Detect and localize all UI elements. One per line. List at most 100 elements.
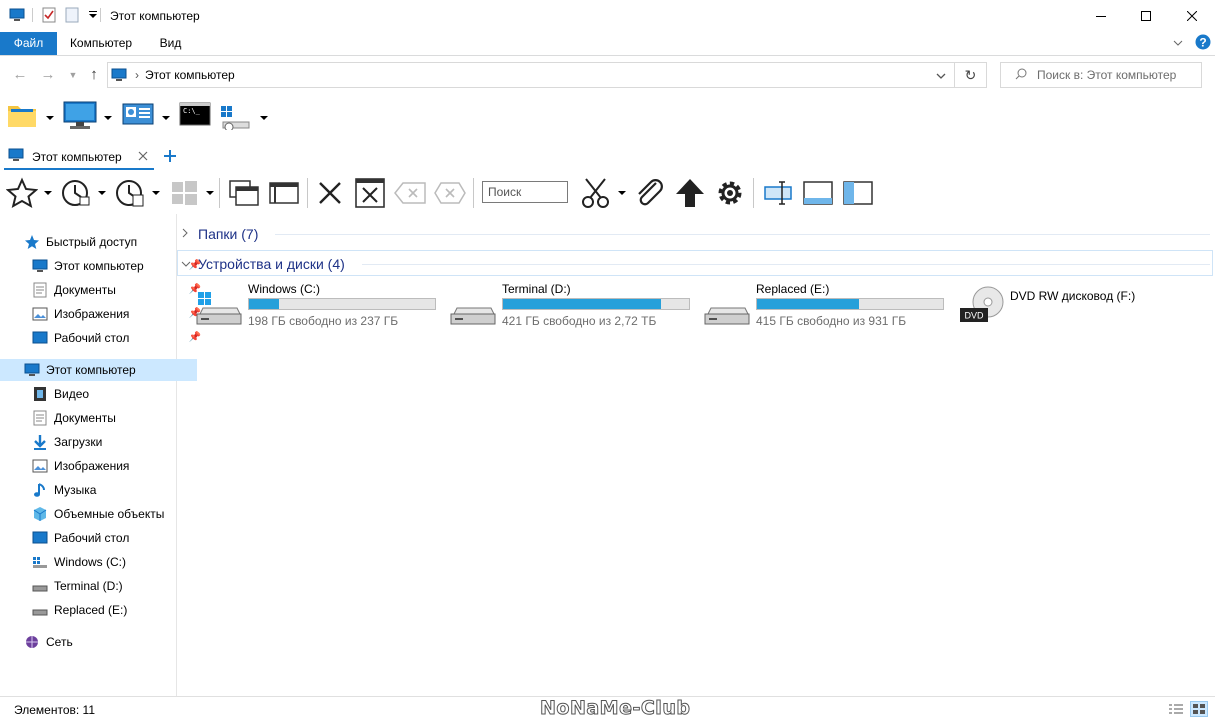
chevron-down-icon[interactable] [936,70,946,84]
computer-icon[interactable] [62,100,98,134]
computer-icon [24,362,40,378]
close-tab-icon[interactable] [138,150,148,164]
dropdown-arrow-icon[interactable] [98,191,106,195]
pin-icon[interactable]: 📌 [189,332,201,343]
new-folder-icon[interactable] [63,6,81,24]
cube-icon [32,506,48,522]
close-window-icon[interactable] [352,175,388,211]
back-icon[interactable]: ← [11,66,29,84]
up-arrow-icon[interactable] [672,175,708,211]
tab-computer[interactable]: Компьютер [60,32,142,55]
navigation-pane-icon[interactable] [840,175,876,211]
recent-locations-icon[interactable]: ▼ [64,66,82,84]
cascade-windows-icon[interactable] [226,175,262,211]
drive-tile-f[interactable]: DVD DVD RW дисковод (F:) [942,282,1202,330]
sidebar-item-label: Изображения [54,459,130,473]
details-view-icon[interactable] [1168,703,1184,717]
history-clock-icon[interactable] [58,175,94,211]
sidebar-item-downloads[interactable]: Загрузки [0,431,205,453]
documents-icon [32,410,48,426]
sidebar-item-pictures[interactable]: Изображения [0,455,205,477]
preview-pane-icon[interactable] [800,175,836,211]
drive-name: Replaced (E:) [756,282,830,296]
computer-icon [8,148,26,165]
rename-icon[interactable] [760,175,796,211]
maximize-icon[interactable] [1123,0,1169,32]
help-icon[interactable]: ? [1195,34,1211,50]
sidebar-item-label: Рабочий стол [54,331,130,345]
dropdown-arrow-icon[interactable] [618,191,626,195]
group-folders[interactable]: Папки (7) [180,223,258,245]
sidebar-item-desktop-pinned[interactable]: Рабочий стол 📌 [0,327,205,349]
favorites-star-icon[interactable] [4,175,40,211]
toolbar-search-input[interactable]: Поиск [482,181,568,203]
new-window-icon[interactable] [266,175,302,211]
tab-file[interactable]: Файл [0,32,57,55]
properties-icon[interactable] [40,6,58,24]
search-input[interactable]: Поиск в: Этот компьютер [1000,62,1202,88]
network-icon [24,634,40,650]
dropdown-arrow-icon[interactable] [206,191,214,195]
forward-icon[interactable]: → [39,66,57,84]
sidebar-item-videos[interactable]: Видео [0,383,205,405]
pictures-icon [32,306,48,322]
system-drive-icon [32,554,48,570]
dropdown-arrow-icon[interactable] [46,116,54,120]
sidebar-item-label: Документы [54,411,116,425]
sidebar-item-label: Рабочий стол [54,531,130,545]
sidebar-item-this-pc[interactable]: Этот компьютер [0,359,197,381]
sidebar-item-label: Windows (C:) [54,555,127,569]
network-drive-icon[interactable] [219,100,253,134]
sidebar-item-desktop[interactable]: Рабочий стол [0,527,205,549]
minimize-icon[interactable] [1078,0,1124,32]
expand-ribbon-icon[interactable] [1172,37,1184,49]
new-tab-icon[interactable] [162,148,178,164]
group-devices[interactable]: Устройства и диски (4) [180,253,345,275]
up-icon[interactable]: ↑ [85,66,103,84]
documents-icon [32,282,48,298]
sidebar-item-drive-c[interactable]: Windows (C:) [0,551,205,573]
dropdown-arrow-icon[interactable] [152,191,160,195]
address-bar[interactable]: › Этот компьютер [107,62,955,88]
sidebar-item-documents-pinned[interactable]: Документы 📌 [0,279,205,301]
drive-icon [32,578,48,594]
dropdown-arrow-icon[interactable] [44,191,52,195]
sidebar-item-drive-d[interactable]: Terminal (D:) [0,575,205,597]
paperclip-icon[interactable] [632,175,668,211]
dropdown-arrow-icon[interactable] [260,116,268,120]
sidebar-item-music[interactable]: Музыка [0,479,205,501]
large-icons-view-icon[interactable] [1190,701,1208,717]
tab-view[interactable]: Вид [148,32,193,55]
drive-tile-c[interactable]: Windows (C:) 198 ГБ свободно из 237 ГБ [180,282,436,330]
refresh-icon[interactable]: ↻ [955,62,987,88]
computer-icon [8,6,26,24]
dropdown-arrow-icon[interactable] [162,116,170,120]
clear-icon[interactable] [432,175,468,211]
dropdown-arrow-icon[interactable] [104,116,112,120]
scissors-icon[interactable] [578,175,614,211]
command-prompt-icon[interactable]: C:\_ [179,100,211,134]
drive-name: Windows (C:) [248,282,321,296]
tab-label: Этот компьютер [32,149,122,164]
control-panel-icon[interactable] [122,100,154,134]
recent-files-clock-icon[interactable] [112,175,148,211]
drive-tile-d[interactable]: Terminal (D:) 421 ГБ свободно из 2,72 ТБ [434,282,690,330]
sidebar-item-network[interactable]: Сеть [0,631,197,653]
group-header-label: Папки (7) [198,226,259,242]
folder-icon[interactable] [6,100,38,134]
sidebar-item-3d-objects[interactable]: Объемные объекты [0,503,205,525]
close-icon[interactable] [1169,0,1215,32]
close-x-icon[interactable] [312,175,348,211]
sidebar-item-quick-access[interactable]: Быстрый доступ [0,231,197,253]
tab-this-pc[interactable]: Этот компьютер [4,145,154,170]
drive-tile-e[interactable]: Replaced (E:) 415 ГБ свободно из 931 ГБ [688,282,944,330]
sidebar-item-documents[interactable]: Документы [0,407,205,429]
sidebar-item-drive-e[interactable]: Replaced (E:) [0,599,205,621]
breadcrumb[interactable]: Этот компьютер [145,68,235,82]
search-placeholder: Поиск в: Этот компьютер [1037,68,1177,82]
windows-logo-icon[interactable] [166,175,202,211]
gear-icon[interactable] [712,175,748,211]
sidebar-item-this-pc-pinned[interactable]: Этот компьютер 📌 [0,255,205,277]
sidebar-item-pictures-pinned[interactable]: Изображения 📌 [0,303,205,325]
backspace-icon[interactable] [392,175,428,211]
